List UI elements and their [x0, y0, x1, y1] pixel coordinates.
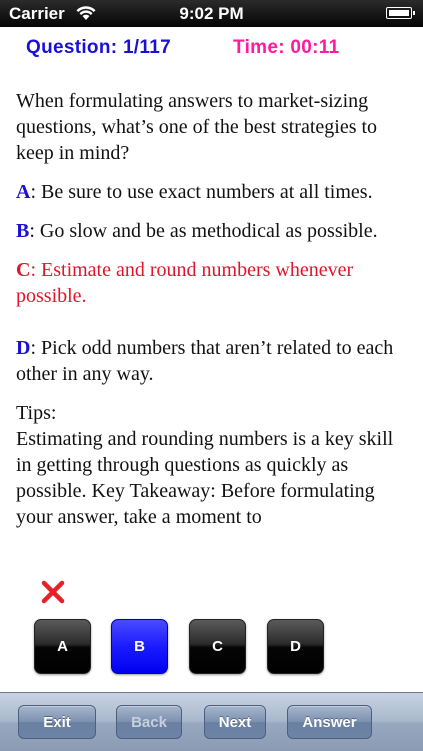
battery-icon [386, 7, 415, 19]
back-button[interactable]: Back [116, 705, 182, 739]
timer-label: Time: 00:11 [233, 37, 340, 58]
answer-b-button[interactable]: B [111, 619, 168, 674]
exit-button[interactable]: Exit [18, 705, 96, 739]
option-c-text: : Estimate and round numbers whenever po… [16, 259, 354, 307]
answer-d-button[interactable]: D [267, 619, 324, 674]
question-counter: Question: 1/117 [26, 37, 171, 58]
bottom-toolbar: Exit Back Next Answer [0, 692, 423, 751]
clock-time: 9:02 PM [179, 4, 244, 23]
answer-a-button[interactable]: A [34, 619, 91, 674]
wrong-answer-icon [41, 580, 65, 604]
option-c-letter: C [16, 259, 31, 281]
option-b: B: Go slow and be as methodical as possi… [16, 218, 411, 244]
answer-button[interactable]: Answer [287, 705, 372, 739]
option-a-letter: A [16, 181, 31, 203]
tips-title: Tips: [16, 402, 57, 424]
next-button[interactable]: Next [204, 705, 266, 739]
answer-c-button[interactable]: C [189, 619, 246, 674]
question-text: When formulating answers to market-sizin… [16, 90, 378, 164]
status-bar: Carrier 9:02 PM [0, 0, 423, 27]
option-d-letter: D [16, 337, 31, 359]
option-b-text: : Go slow and be as methodical as possib… [29, 220, 378, 242]
option-a: A: Be sure to use exact numbers at all t… [16, 179, 411, 205]
option-d: D: Pick odd numbers that aren’t related … [16, 335, 411, 387]
option-c-correct: C: Estimate and round numbers whenever p… [16, 257, 411, 309]
option-d-text: : Pick odd numbers that aren’t related t… [16, 337, 394, 385]
tips-text: Estimating and rounding numbers is a key… [16, 428, 394, 528]
question-content[interactable]: When formulating answers to market-sizin… [16, 88, 411, 540]
option-a-text: : Be sure to use exact numbers at all ti… [30, 181, 373, 203]
option-b-letter: B [16, 220, 30, 242]
